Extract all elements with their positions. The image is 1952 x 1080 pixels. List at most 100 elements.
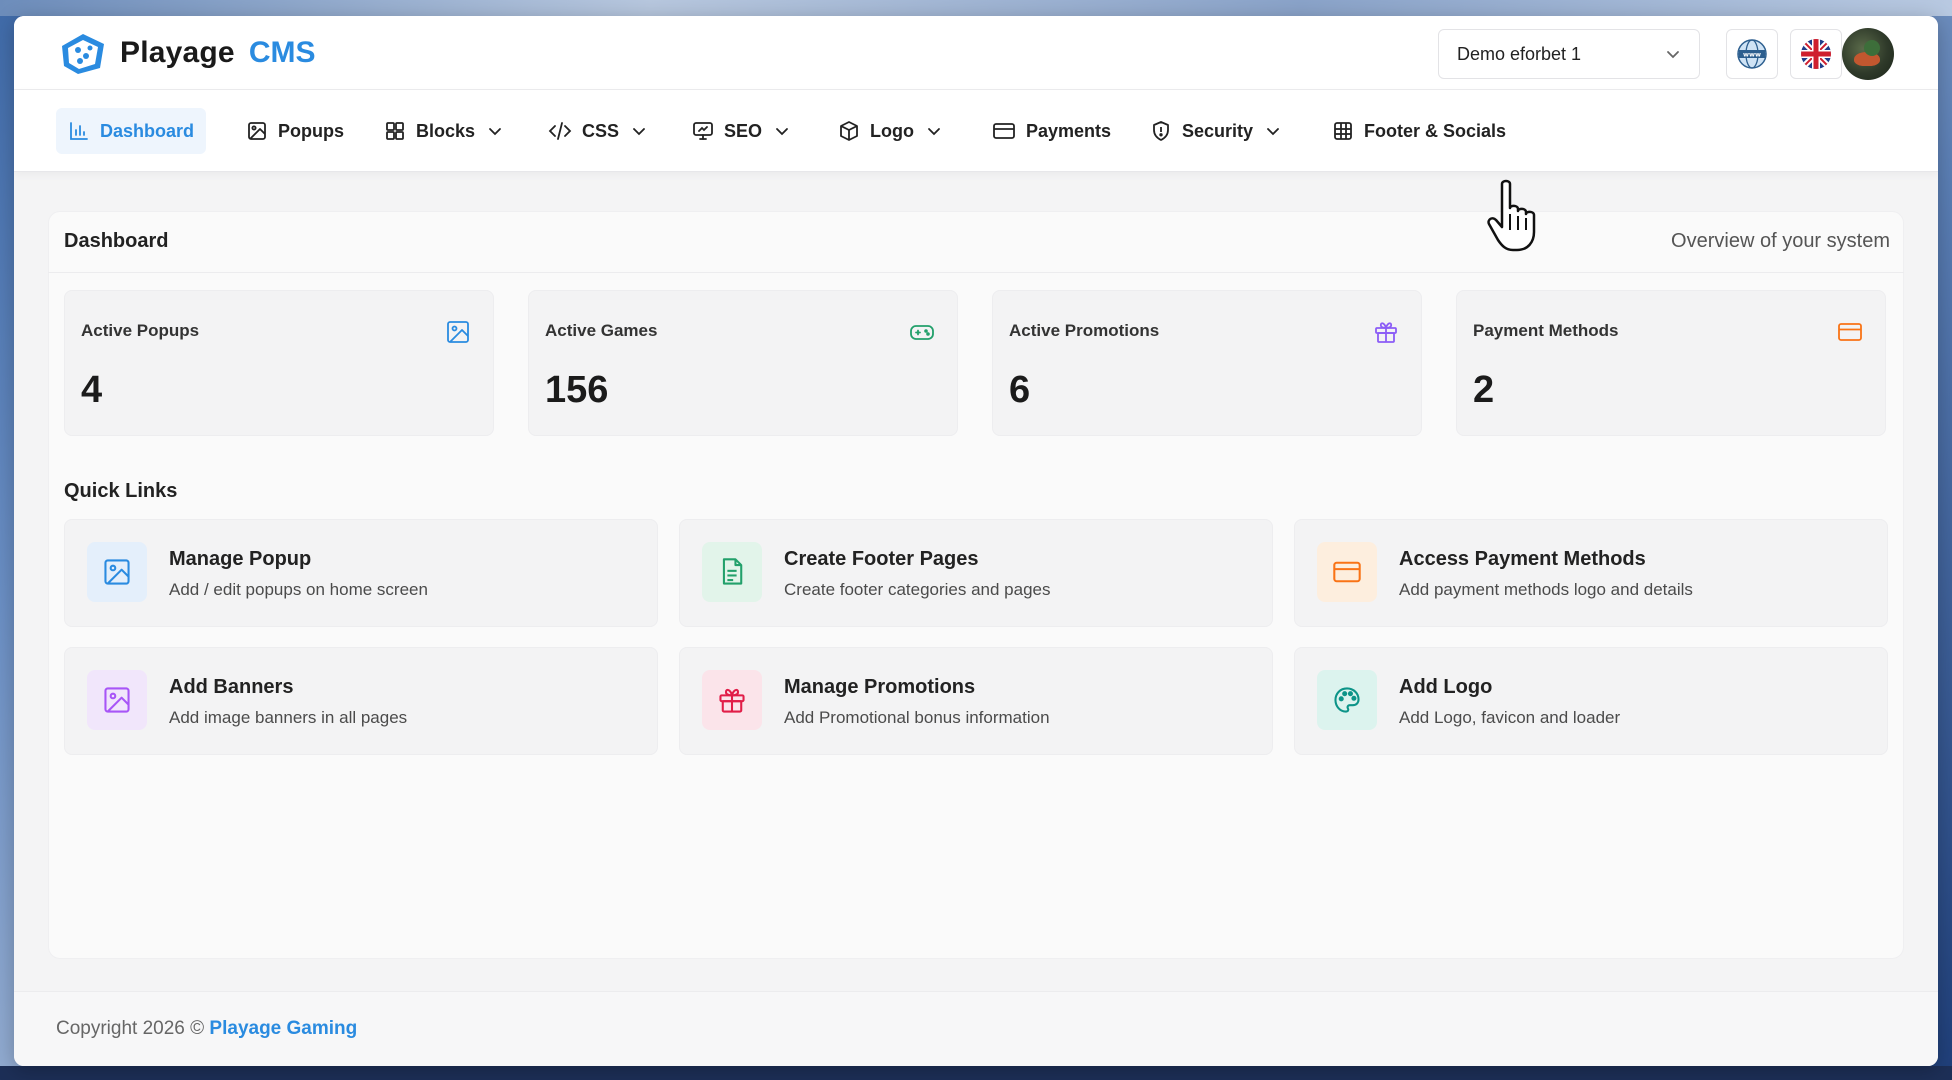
quick-link-desc: Add Logo, favicon and loader [1399,708,1621,727]
nav-security[interactable]: Security [1138,108,1295,154]
quick-link-add-banners[interactable]: Add Banners Add image banners in all pag… [64,647,658,755]
page-footer: Copyright 2026 © Playage Gaming [14,991,1938,1066]
image-icon [104,559,130,585]
user-avatar[interactable] [1842,28,1894,80]
quick-link-desc: Add payment methods logo and details [1399,580,1693,599]
nav-label: SEO [724,120,763,141]
stat-value: 6 [1009,369,1031,411]
quick-link-manage-popup[interactable]: Manage Popup Add / edit popups on home s… [64,519,658,627]
quick-link-desc: Add image banners in all pages [169,708,408,727]
image-icon [104,687,130,713]
quick-link-desc: Create footer categories and pages [784,580,1051,599]
language-button[interactable] [1790,29,1842,79]
nav-label: Logo [870,120,914,141]
stat-value: 4 [81,369,103,411]
brand-logo-link[interactable]: Playage CMS [56,28,315,78]
stat-payment-methods: Payment Methods 2 [1456,290,1886,436]
quick-link-icon-box [1317,670,1377,730]
gift-icon [1375,322,1397,343]
nav-payments[interactable]: Payments [980,108,1123,154]
quick-link-icon-box [87,542,147,602]
stat-value: 2 [1473,369,1495,411]
nav-footer-socials[interactable]: Footer & Socials [1320,108,1518,154]
divider [48,272,1904,273]
quick-link-access-payment-methods[interactable]: Access Payment Methods Add payment metho… [1294,519,1888,627]
uk-flag-icon [1801,39,1831,69]
globe-icon: www [1737,39,1767,69]
shield-icon [1153,121,1169,141]
chevron-down-icon [1267,128,1279,136]
credit-card-icon [1333,561,1361,583]
image-icon [248,122,266,140]
quick-link-create-footer-pages[interactable]: Create Footer Pages Create footer catego… [679,519,1273,627]
box-icon [840,121,858,141]
quick-link-title: Manage Promotions [784,676,976,698]
quick-link-icon-box [702,542,762,602]
hand-cursor-icon [1487,179,1536,252]
site-selector[interactable]: Demo eforbet 1 [1438,29,1700,79]
quick-link-icon-box [1317,542,1377,602]
nav-label: Blocks [416,120,476,141]
credit-card-icon [1838,323,1862,341]
copyright-text: Copyright 2026 © [56,1018,210,1039]
image-icon [447,321,469,343]
stat-label: Active Promotions [1009,321,1160,340]
quick-link-desc: Add / edit popups on home screen [169,580,428,599]
dice-logo-icon [62,34,104,74]
code-icon [548,122,572,140]
nav-blocks[interactable]: Blocks [372,108,517,154]
top-bar: Playage CMS Demo eforbet 1 www [14,16,1938,90]
bar-chart-icon [70,122,88,140]
quick-link-title: Create Footer Pages [784,548,979,570]
nav-css[interactable]: CSS [536,108,661,154]
gift-icon [719,688,745,713]
quick-link-add-logo[interactable]: Add Logo Add Logo, favicon and loader [1294,647,1888,755]
quick-link-title: Access Payment Methods [1399,548,1646,570]
nav-logo[interactable]: Logo [826,108,956,154]
quick-link-desc: Add Promotional bonus information [784,708,1050,727]
quick-links-title: Quick Links [64,480,178,502]
credit-card-icon [993,123,1015,139]
page-subtitle: Overview of your system [1671,230,1890,252]
chevron-down-icon [633,128,645,136]
desktop-background [0,0,1952,16]
stat-label: Payment Methods [1473,321,1619,340]
chevron-down-icon [1667,51,1679,59]
quick-link-icon-box [702,670,762,730]
chevron-down-icon [928,128,940,136]
stat-active-popups: Active Popups 4 [64,290,494,436]
nav-label: Footer & Socials [1364,120,1507,141]
stat-active-games: Active Games 156 [528,290,958,436]
stat-label: Active Popups [81,321,200,340]
taskbar-edge [0,1066,1952,1080]
nav-seo[interactable]: SEO [680,108,804,154]
monitor-icon [693,122,713,140]
site-selector-value: Demo eforbet 1 [1457,43,1582,64]
stat-label: Active Games [545,321,658,340]
document-icon [722,558,743,585]
brand-name: Playage [120,36,235,69]
stat-value: 156 [545,369,609,411]
main-nav: Dashboard Popups Blocks CSS SEO Logo Pay… [14,90,1938,172]
page-title: Dashboard [64,230,169,252]
globe-button[interactable]: www [1726,29,1778,79]
brand-accent: CMS [248,36,316,69]
quick-link-title: Add Banners [169,676,294,698]
nav-label: Payments [1026,120,1112,141]
chevron-down-icon [776,128,788,136]
company-link[interactable]: Playage Gaming [209,1018,357,1039]
browser-window: Playage CMS Demo eforbet 1 www Dashboard… [14,16,1938,1066]
quick-link-manage-promotions[interactable]: Manage Promotions Add Promotional bonus … [679,647,1273,755]
footer-text: Copyright 2026 © Playage Gaming [56,1018,357,1040]
nav-popups[interactable]: Popups [234,108,356,154]
nav-label: Popups [278,120,344,141]
table-icon [1334,122,1352,140]
svg-text:www: www [1743,51,1761,59]
quick-link-icon-box [87,670,147,730]
nav-label: Security [1182,120,1254,141]
chevron-down-icon [489,128,501,136]
quick-link-title: Add Logo [1399,676,1493,698]
nav-dashboard[interactable]: Dashboard [56,108,207,154]
grid-icon [386,122,404,140]
gamepad-icon [910,325,934,340]
